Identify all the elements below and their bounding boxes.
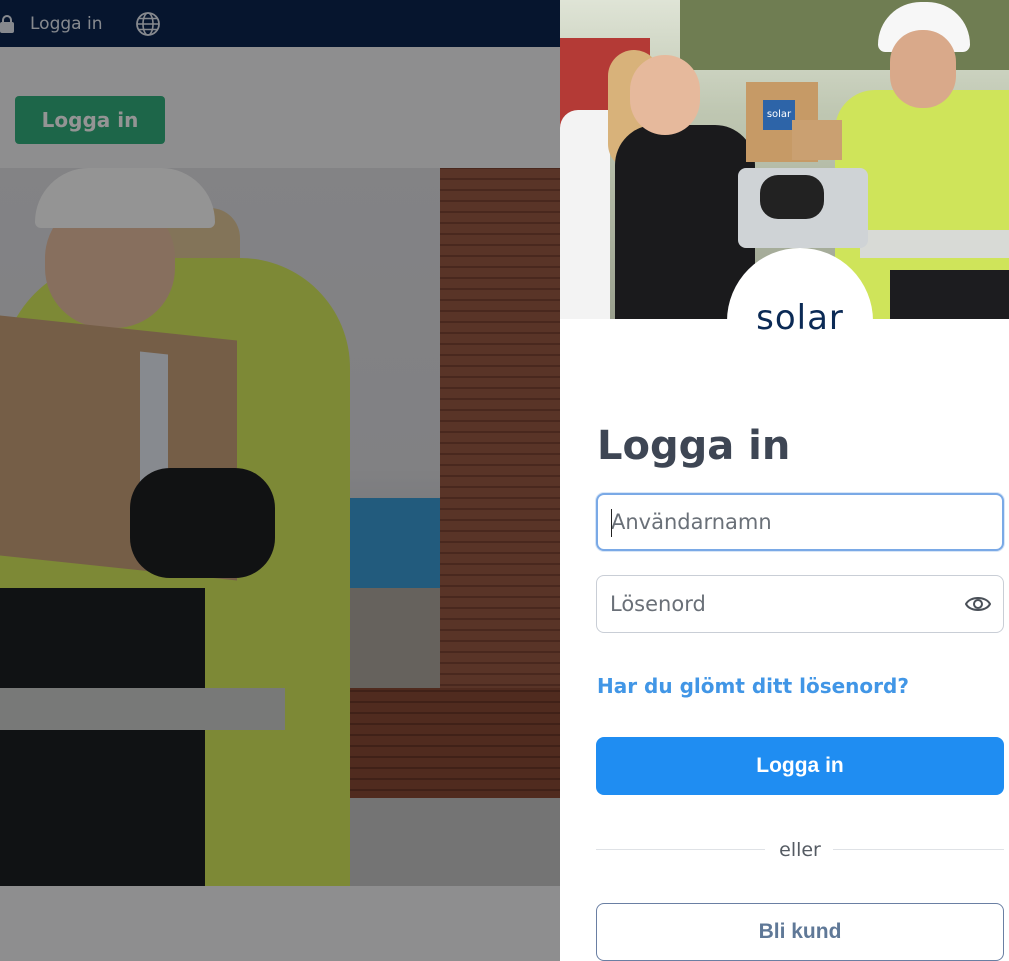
background-page: Logga in Logga in — [0, 0, 560, 961]
page-title: Logga in — [597, 423, 791, 469]
or-divider: eller — [596, 838, 1004, 862]
password-field[interactable] — [596, 575, 1004, 633]
text-caret — [611, 509, 612, 537]
become-customer-button[interactable]: Bli kund — [596, 903, 1004, 961]
divider-text: eller — [779, 839, 821, 861]
username-input[interactable] — [598, 495, 1002, 549]
eye-icon[interactable] — [965, 593, 991, 615]
username-field[interactable] — [596, 493, 1004, 551]
solar-logo: solar — [727, 248, 873, 394]
modal-backdrop[interactable] — [0, 0, 560, 961]
logo-text: solar — [756, 298, 844, 338]
login-submit-button[interactable]: Logga in — [596, 737, 1004, 795]
bag-logo-label: solar — [763, 100, 795, 130]
password-input[interactable] — [597, 576, 1003, 632]
forgot-password-link[interactable]: Har du glömt ditt lösenord? — [597, 672, 909, 700]
login-panel: solar solar Logga in Har du glömt ditt l… — [560, 0, 1009, 961]
